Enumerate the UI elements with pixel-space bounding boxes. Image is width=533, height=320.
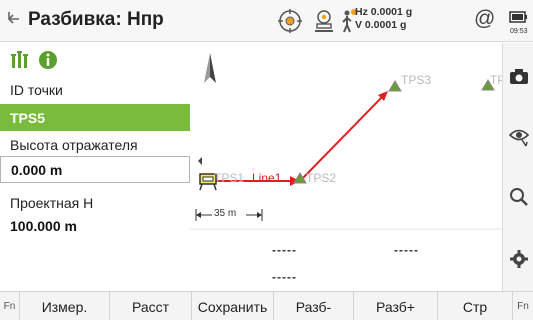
left-panel: ID точки TPS5 Высота отражателя 0.000 m … <box>0 43 190 291</box>
page-title: Разбивка: Нпр <box>28 9 164 30</box>
stakeout-minus-key[interactable]: Разб- <box>274 292 354 320</box>
readout-2: ----- <box>394 243 419 257</box>
instrument-icon[interactable] <box>312 8 336 34</box>
page-key[interactable]: Стр <box>438 292 513 320</box>
camera-icon[interactable] <box>503 49 533 105</box>
target-icon[interactable] <box>277 8 303 34</box>
settings-icon[interactable] <box>503 231 533 287</box>
distance-key[interactable]: Расст <box>110 292 192 320</box>
hz-readout: Hz 0.0001 g <box>355 6 413 18</box>
v-readout: V 0.0001 g <box>355 19 407 31</box>
reflector-height-label: Высота отражателя <box>10 137 138 153</box>
angle-readout: Hz 0.0001 g V 0.0001 g <box>355 6 412 32</box>
point-id-label: ID точки <box>10 82 63 98</box>
fn-left-key[interactable]: Fn <box>0 292 20 320</box>
function-key-bar: Fn Измер. Расст Сохранить Разб- Разб+ Ст… <box>0 291 533 320</box>
levels-icon[interactable] <box>10 50 30 75</box>
scale-label: 35 m <box>214 208 237 219</box>
readout-3: ----- <box>272 270 297 284</box>
map-view[interactable]: TPS1 Line1 TPS2 TPS3 TPF 35 m <box>190 43 502 233</box>
search-icon[interactable] <box>503 169 533 225</box>
point-label-tps1: TPS1 <box>214 171 245 185</box>
back-icon[interactable] <box>6 10 24 30</box>
readout-1: ----- <box>272 243 297 257</box>
fn-right-key[interactable]: Fn <box>513 292 533 320</box>
north-arrow-icon <box>204 53 216 83</box>
scroll-left-icon[interactable] <box>198 157 202 165</box>
title-bar: Разбивка: Нпр Hz 0.0001 g V 0.0001 g @ 0… <box>0 0 533 42</box>
design-h-label: Проектная Н <box>10 195 94 211</box>
point-id-field[interactable]: TPS5 <box>0 104 190 131</box>
point-label-tpf: TPF <box>490 73 502 87</box>
stakeout-plus-key[interactable]: Разб+ <box>354 292 438 320</box>
measure-key[interactable]: Измер. <box>20 292 110 320</box>
point-label-tps3: TPS3 <box>401 73 432 87</box>
design-h-value: 100.000 m <box>10 218 77 234</box>
save-key[interactable]: Сохранить <box>192 292 274 320</box>
line-label: Line1 <box>252 171 282 185</box>
eye-icon[interactable] <box>503 109 533 165</box>
info-icon[interactable] <box>38 50 58 75</box>
at-symbol[interactable]: @ <box>474 7 495 31</box>
battery-time: 09:53 <box>510 28 528 35</box>
reflector-height-field[interactable]: 0.000 m <box>0 156 190 183</box>
right-toolbar <box>502 43 533 291</box>
point-marker-tps3[interactable] <box>388 80 402 92</box>
point-label-tps2: TPS2 <box>306 171 337 185</box>
